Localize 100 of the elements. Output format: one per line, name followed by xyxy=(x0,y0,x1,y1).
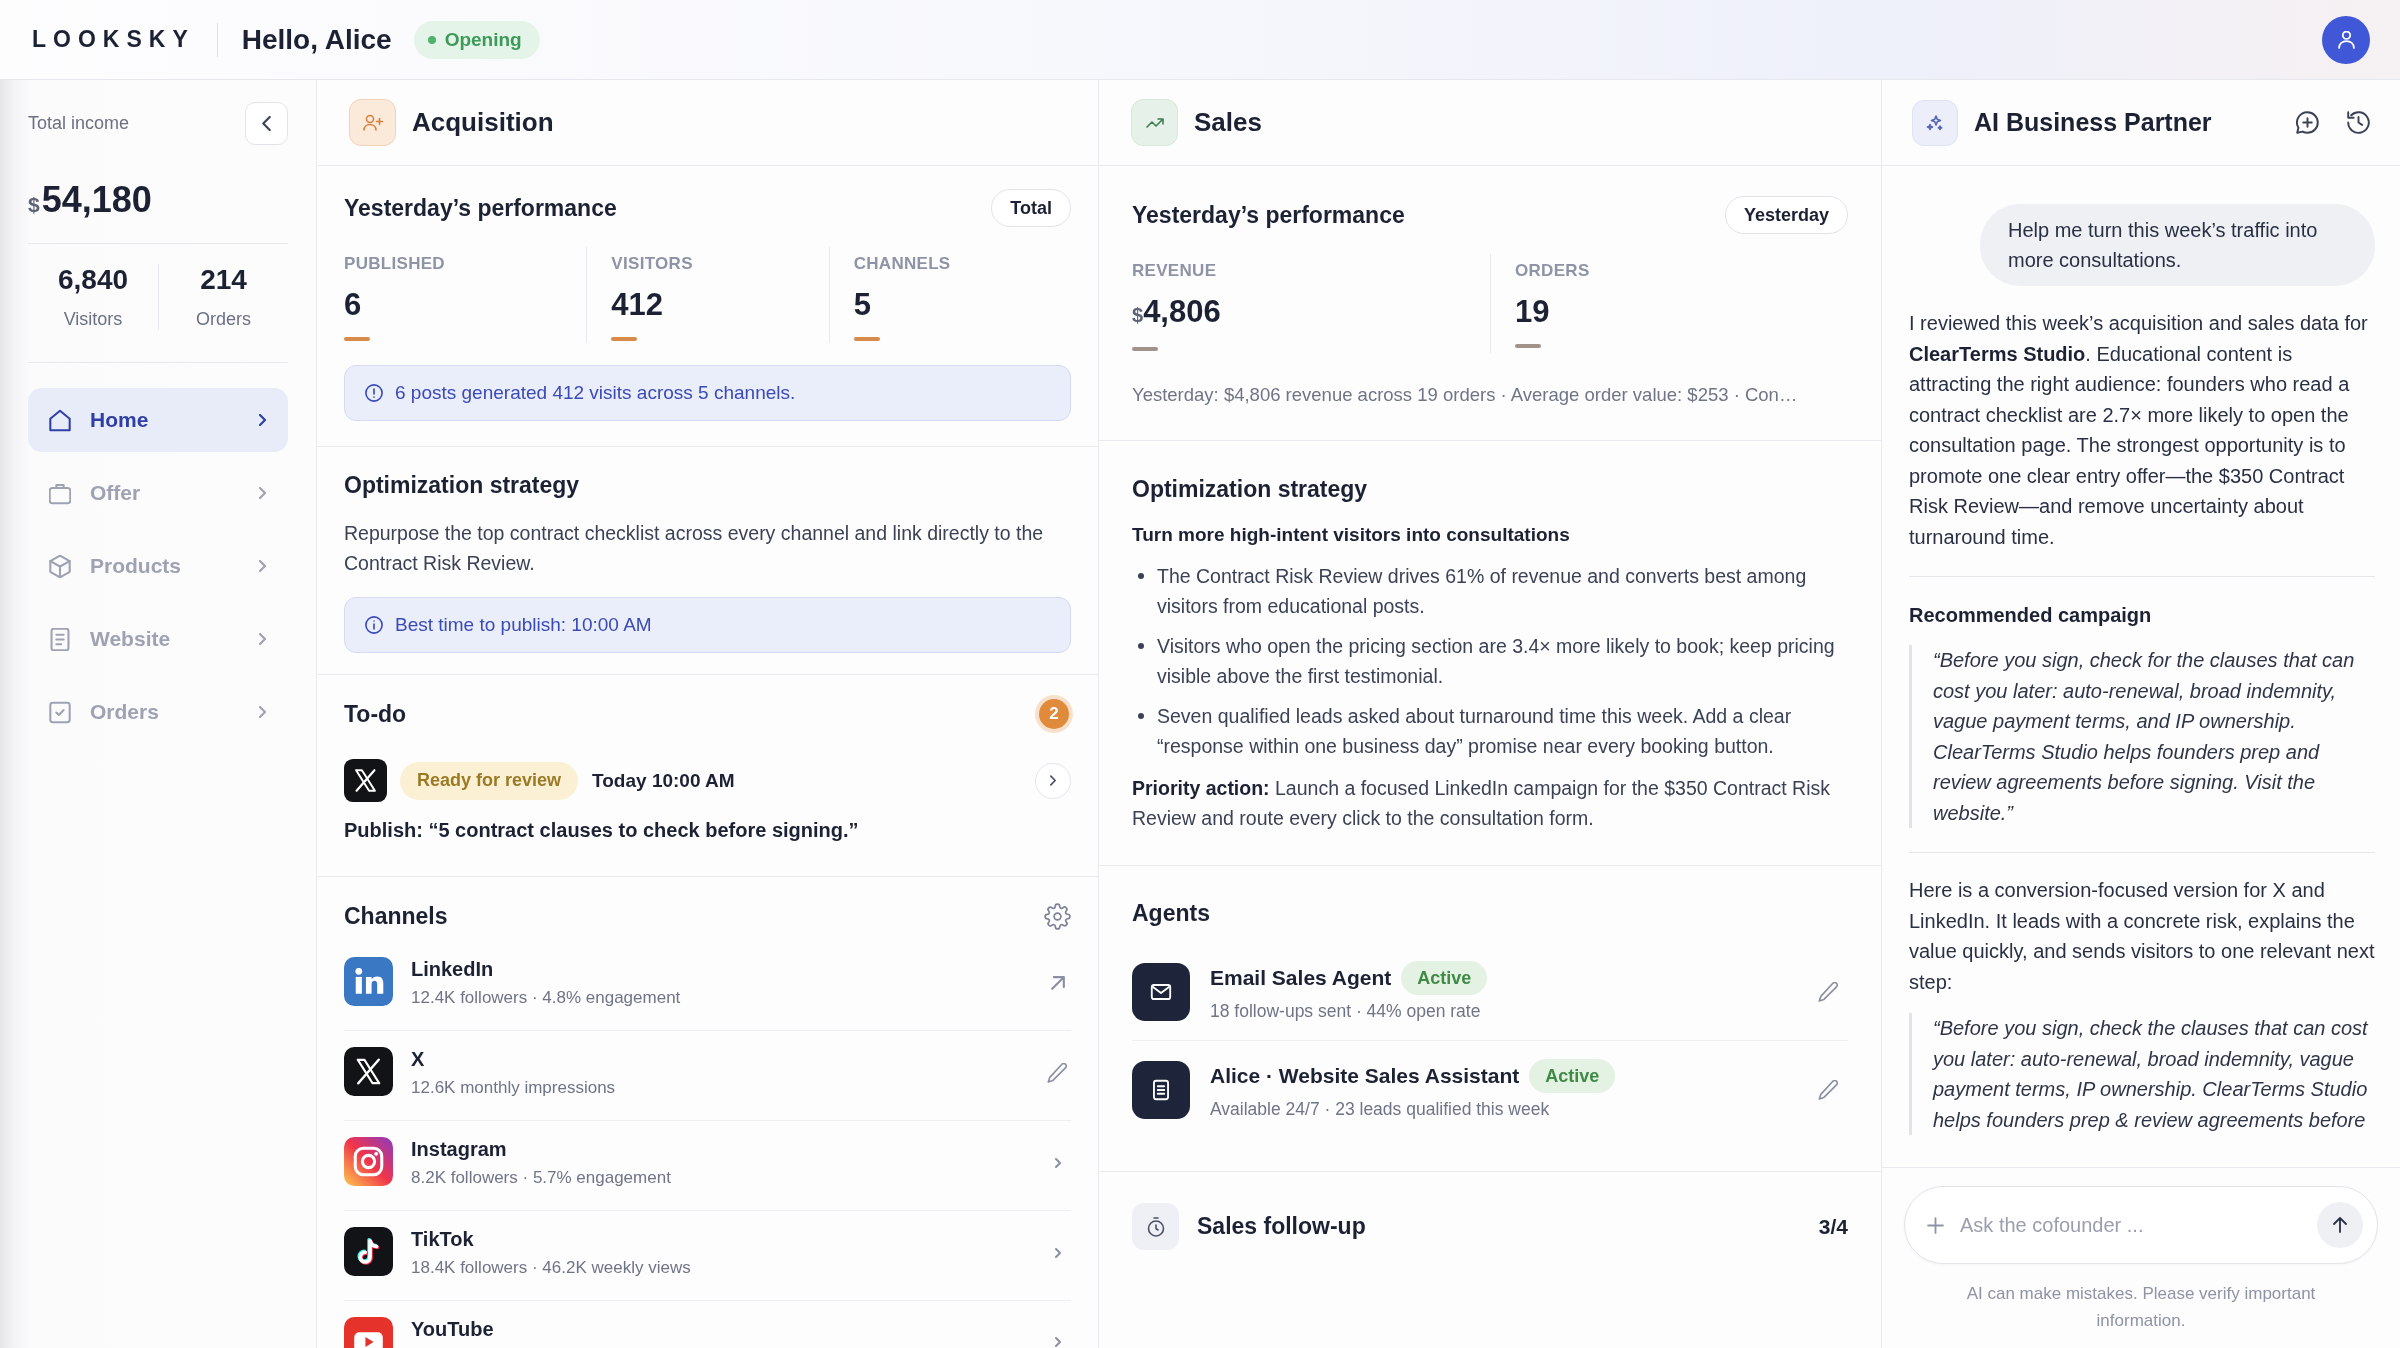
nav-item[interactable]: Home xyxy=(28,388,288,452)
chevron-right-icon[interactable] xyxy=(1055,1248,1061,1258)
document-icon xyxy=(49,627,71,651)
task-text: Publish: “5 contract clauses to check before signing.” xyxy=(344,818,860,843)
brand-logo: LOOKSKY xyxy=(32,26,195,53)
message-input[interactable]: Ask the cofounder ... xyxy=(1960,1205,2301,1245)
section-title: Yesterday’s performance xyxy=(1132,201,1405,229)
channel-name: Instagram xyxy=(411,1137,507,1161)
channel-name: TikTok xyxy=(411,1227,474,1251)
nav-item[interactable]: Website xyxy=(28,607,288,671)
chevron-right-icon[interactable] xyxy=(1055,1158,1061,1168)
chevron-right-icon[interactable] xyxy=(1055,1336,1061,1347)
linkedin-logo-icon xyxy=(344,957,393,1006)
channel-detail: 8.2K followers · 5.7% engagement xyxy=(411,1167,671,1189)
send-button[interactable] xyxy=(2317,1202,2363,1248)
history-icon[interactable] xyxy=(2347,111,2370,134)
section-title: Sales follow-up xyxy=(1197,1213,1366,1240)
profile-button[interactable] xyxy=(2322,15,2370,64)
trend-up-icon xyxy=(1131,99,1178,146)
status-chip: Active xyxy=(1401,961,1488,995)
status-chip: Active xyxy=(1529,1059,1616,1093)
arrow-up-icon xyxy=(2333,1217,2347,1233)
income-amount: $54,180 xyxy=(28,179,152,221)
summary-text: Yesterday: $4,806 revenue across 19 orders · Average order value: $253 · Con… xyxy=(1132,383,1798,407)
pencil-icon[interactable] xyxy=(1818,1079,1838,1100)
priority-text: Priority action: Launch a focused LinkedIn campaign for the $350 Contract Risk Review and route every click to the consultation form. xyxy=(1132,776,1832,831)
bullet-text: Seven qualified leads asked about turnaround time this week. Add a clear “response within one business day” promise near every booking button. xyxy=(1157,704,1793,759)
period-button[interactable]: Total xyxy=(991,189,1071,227)
message-field[interactable]: Ask the cofounder ... xyxy=(1904,1186,2378,1264)
disclaimer-text: AI can make mistakes. Please verify important information. xyxy=(1965,1283,2317,1332)
stat-value: 412 xyxy=(611,287,664,323)
bullet-icon xyxy=(1138,573,1144,579)
timer-icon xyxy=(1132,1203,1179,1250)
chevron-right-icon xyxy=(259,560,266,572)
stat-value: 19 xyxy=(1515,294,1550,330)
bullet-icon xyxy=(1138,643,1144,649)
chat-plus-icon[interactable] xyxy=(2296,111,2319,134)
agent-name: Alice · Website Sales Assistant xyxy=(1210,1064,1520,1088)
pencil-icon[interactable] xyxy=(1818,981,1838,1002)
pencil-icon[interactable] xyxy=(1047,1063,1067,1083)
accent-underline xyxy=(344,337,370,341)
status-chip: Ready for review xyxy=(400,761,579,800)
column-title: Acquisition xyxy=(412,107,554,138)
person-plus-icon xyxy=(349,99,396,146)
stat-label: PUBLISHED xyxy=(344,253,445,275)
campaign-quote: “Before you sign, check the clauses that can cost you later: auto-renewal, broad indemnity, vague payment terms, IP ownership. ClearTerms Studio helps founders prep & review agreements before xyxy=(1909,1013,2375,1135)
x-logo-icon xyxy=(344,1047,393,1096)
accent-underline xyxy=(853,337,880,341)
info-icon xyxy=(365,616,383,634)
accent-underline xyxy=(1132,347,1158,351)
x-logo-icon xyxy=(344,759,387,802)
campaign-quote: “Before you sign, check for the clauses that can cost you later: auto-renewal, broad indemnity, vague payment terms, and IP ownership. ClearTerms Studio helps founders prep and review agreements before signing. Visit the website.” xyxy=(1909,645,2375,828)
reply-heading: Recommended campaign xyxy=(1909,603,2152,628)
stat-value: 6 xyxy=(344,287,362,323)
status-label: Opening xyxy=(444,28,522,51)
period-button[interactable]: Yesterday xyxy=(1724,196,1848,234)
agent-detail: 18 follow-ups sent · 44% open rate xyxy=(1210,1001,1481,1022)
bullet-text: The Contract Risk Review drives 61% of revenue and converts best among visitors from educational posts. xyxy=(1157,564,1808,619)
instagram-logo-icon xyxy=(344,1137,393,1186)
channel-detail: 12.4K followers · 4.8% engagement xyxy=(411,987,681,1009)
reply-paragraph: I reviewed this week’s acquisition and sales data for ClearTerms Studio. Educational content is attracting the right audience: founders who read a contract checklist are 2.7× more likely to open the consultation page. The strongest opportunity is to promote one clear entry offer—the $350 Contract Risk Review—and remove uncertainty about turnaround time. xyxy=(1909,311,2369,550)
briefcase-icon xyxy=(49,481,71,505)
cube-icon xyxy=(49,554,71,578)
section-title: Channels xyxy=(344,902,448,930)
column-title: Sales xyxy=(1194,107,1262,138)
stat-label: REVENUE xyxy=(1132,260,1217,282)
arrow-up-right-icon[interactable] xyxy=(1051,976,1065,990)
accent-underline xyxy=(1515,344,1541,348)
person-icon xyxy=(2337,30,2355,49)
envelope-icon xyxy=(1132,962,1190,1021)
channel-name: YouTube xyxy=(411,1317,494,1341)
document-icon xyxy=(1132,1060,1190,1119)
income-label: Total income xyxy=(28,113,130,134)
stat-label: CHANNELS xyxy=(853,253,951,275)
user-message: Help me turn this week’s traffic into more consultations. xyxy=(1980,204,2375,286)
progress-count: 3/4 xyxy=(1818,1214,1848,1239)
plus-icon[interactable] xyxy=(1927,1216,1944,1234)
chevron-left-icon xyxy=(262,116,271,131)
column-title: AI Business Partner xyxy=(1974,108,2212,137)
settings-icon[interactable] xyxy=(1044,902,1071,930)
agent-detail: Available 24/7 · 23 leads qualified this week xyxy=(1210,1099,1550,1120)
alert-circle-icon xyxy=(365,384,383,402)
tiktok-logo-icon xyxy=(344,1227,393,1276)
section-title: Agents xyxy=(1132,899,1210,927)
section-title: Optimization strategy xyxy=(344,471,580,499)
open-button[interactable] xyxy=(1035,762,1071,799)
stat-value: 214 xyxy=(200,264,247,296)
nav-item[interactable]: Orders xyxy=(28,680,288,744)
chevron-right-icon xyxy=(259,706,266,718)
collapse-button[interactable] xyxy=(245,102,288,145)
nav-item[interactable]: Offer xyxy=(28,461,288,525)
channel-name: X xyxy=(411,1047,425,1071)
accent-underline xyxy=(611,337,638,341)
strategy-text: Repurpose the top contract checklist across every channel and link directly to the Contract Risk Review. xyxy=(344,521,1045,576)
stat-value: 5 xyxy=(853,287,871,323)
home-icon xyxy=(49,408,71,432)
stat-value: 6,840 xyxy=(57,264,129,296)
nav-item[interactable]: Products xyxy=(28,534,288,598)
channel-detail: 12.6K monthly impressions xyxy=(411,1077,616,1099)
status-dot-icon xyxy=(427,35,436,44)
